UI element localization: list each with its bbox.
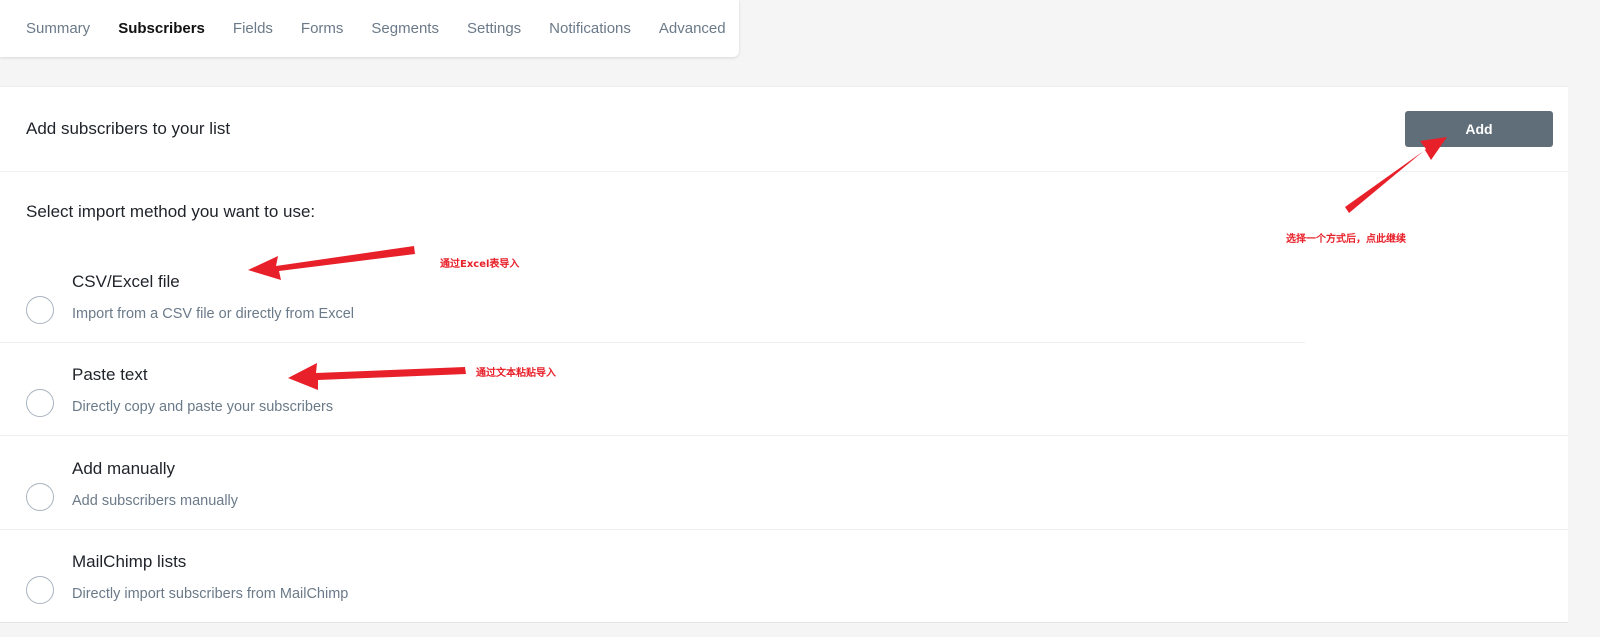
- option-title: CSV/Excel file: [72, 272, 180, 291]
- radio-paste-text[interactable]: [26, 389, 54, 417]
- tab-forms[interactable]: Forms: [301, 19, 344, 39]
- radio-csv-excel[interactable]: [26, 296, 54, 324]
- panel-header: Add subscribers to your list Add: [0, 87, 1568, 172]
- option-title: Add manually: [72, 459, 176, 478]
- option-title: Paste text: [72, 365, 148, 384]
- option-paste-text[interactable]: Paste text Directly copy and paste your …: [0, 343, 1568, 436]
- add-subscribers-panel: Add subscribers to your list Add Select …: [0, 86, 1568, 623]
- tab-fields[interactable]: Fields: [233, 19, 273, 39]
- option-add-manually[interactable]: Add manually Add subscribers manually: [0, 437, 1568, 530]
- import-method-label: Select import method you want to use:: [26, 202, 316, 221]
- add-button[interactable]: Add: [1405, 111, 1553, 147]
- radio-mailchimp-lists[interactable]: [26, 576, 54, 604]
- option-mailchimp-lists[interactable]: MailChimp lists Directly import subscrib…: [0, 530, 1568, 623]
- option-csv-excel[interactable]: CSV/Excel file Import from a CSV file or…: [0, 250, 1568, 343]
- annotation-paste: 通过文本粘贴导入: [476, 368, 556, 379]
- option-description: Directly copy and paste your subscribers: [72, 399, 334, 415]
- option-description: Add subscribers manually: [72, 493, 239, 509]
- tab-bar: Summary Subscribers Fields Forms Segment…: [0, 0, 739, 57]
- tab-settings[interactable]: Settings: [467, 19, 521, 39]
- tab-advanced[interactable]: Advanced: [659, 19, 726, 39]
- annotation-continue: 选择一个方式后，点此继续: [1286, 234, 1406, 245]
- tab-segments[interactable]: Segments: [371, 19, 439, 39]
- tab-subscribers[interactable]: Subscribers: [118, 19, 205, 39]
- radio-add-manually[interactable]: [26, 483, 54, 511]
- option-description: Import from a CSV file or directly from …: [72, 306, 355, 322]
- option-description: Directly import subscribers from MailChi…: [72, 586, 349, 602]
- page-title: Add subscribers to your list: [26, 119, 231, 138]
- option-title: MailChimp lists: [72, 552, 187, 571]
- tab-summary[interactable]: Summary: [26, 19, 90, 39]
- divider: [0, 435, 1568, 436]
- annotation-excel: 通过Excel表导入: [440, 259, 520, 270]
- tab-notifications[interactable]: Notifications: [549, 19, 631, 39]
